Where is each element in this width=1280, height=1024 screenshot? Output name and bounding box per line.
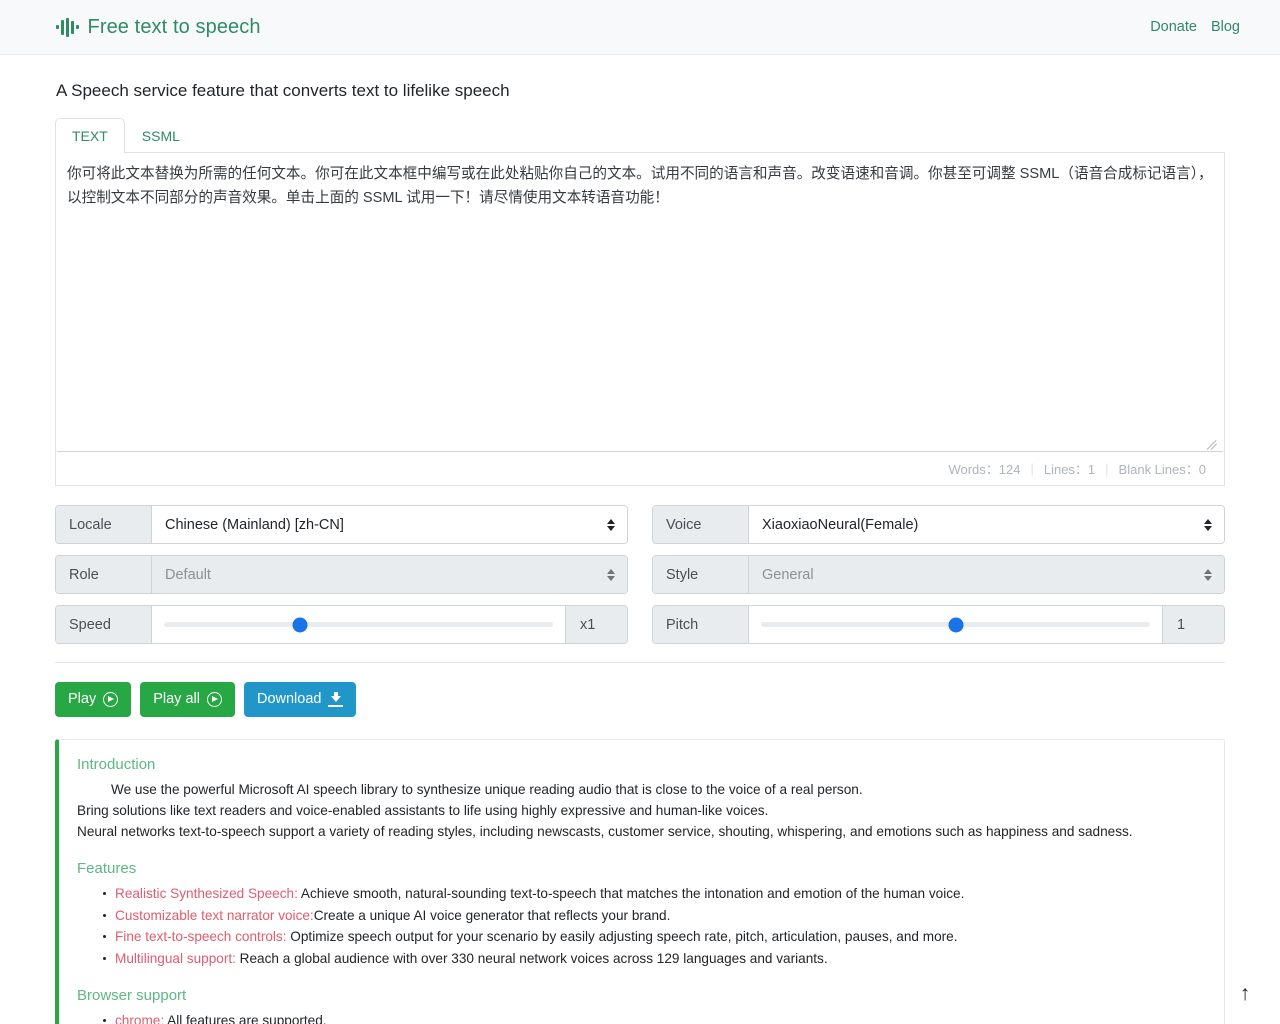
locale-select[interactable]: Chinese (Mainland) [zh-CN] bbox=[152, 506, 627, 543]
style-select[interactable]: General bbox=[749, 556, 1224, 593]
pitch-slider-thumb[interactable] bbox=[948, 617, 963, 632]
speed-value: x1 bbox=[565, 606, 627, 643]
tab-text[interactable]: TEXT bbox=[55, 118, 125, 153]
role-value: Default bbox=[165, 566, 211, 583]
feature-key: Fine text-to-speech controls: bbox=[115, 929, 287, 945]
locale-value: Chinese (Mainland) [zh-CN] bbox=[165, 516, 344, 533]
page-subtitle: A Speech service feature that converts t… bbox=[56, 81, 510, 100]
chevron-updown-icon bbox=[1204, 518, 1212, 531]
nav-link-donate[interactable]: Donate bbox=[1150, 19, 1197, 35]
style-group: Style General bbox=[652, 555, 1225, 594]
editor-divider bbox=[57, 439, 1223, 452]
play-circle-icon bbox=[206, 692, 222, 708]
play-all-button-label: Play all bbox=[153, 691, 200, 707]
editor-tabs: TEXT SSML bbox=[55, 113, 1225, 153]
feature-key: Customizable text narrator voice: bbox=[115, 907, 314, 923]
download-button[interactable]: Download bbox=[243, 682, 357, 718]
feature-key: Realistic Synthesized Speech: bbox=[115, 886, 298, 902]
top-navbar: Free text to speech Donate Blog bbox=[0, 0, 1280, 55]
brand-logo-link[interactable]: Free text to speech bbox=[56, 16, 261, 39]
role-select[interactable]: Default bbox=[152, 556, 627, 593]
play-button-label: Play bbox=[68, 691, 97, 707]
nav-links: Donate Blog bbox=[1150, 19, 1240, 35]
feature-text: Achieve smooth, natural-sounding text-to… bbox=[297, 886, 965, 902]
text-input-area[interactable] bbox=[56, 153, 1224, 451]
play-button[interactable]: Play bbox=[55, 682, 132, 718]
feature-text: Optimize speech output for your scenario… bbox=[286, 929, 958, 945]
chevron-updown-icon bbox=[1204, 568, 1212, 581]
voice-label: Voice bbox=[653, 506, 749, 543]
controls-column-right: Voice XiaoxiaoNeural(Female) Style Gener… bbox=[652, 505, 1225, 644]
speed-group: Speed x1 bbox=[55, 605, 628, 644]
feature-key: Multilingual support: bbox=[115, 950, 236, 966]
introduction-paragraph-3: Neural networks text-to-speech support a… bbox=[77, 824, 1133, 840]
browser-key: chrome: bbox=[115, 1013, 165, 1024]
list-item: Multilingual support: Reach a global aud… bbox=[103, 948, 1206, 970]
list-item: Realistic Synthesized Speech: Achieve sm… bbox=[103, 883, 1206, 905]
locale-group: Locale Chinese (Mainland) [zh-CN] bbox=[55, 505, 628, 544]
browser-support-list: chrome: All features are supported. fire… bbox=[77, 1010, 1206, 1024]
editor-status-bar: Words：124 | Lines：1 | Blank Lines：0 bbox=[56, 452, 1224, 485]
introduction-paragraph-1: We use the powerful Microsoft AI speech … bbox=[111, 782, 863, 798]
voice-value: XiaoxiaoNeural(Female) bbox=[762, 516, 919, 533]
editor-card: Words：124 | Lines：1 | Blank Lines：0 bbox=[55, 153, 1225, 486]
voice-group: Voice XiaoxiaoNeural(Female) bbox=[652, 505, 1225, 544]
arrow-up-icon: ↑ bbox=[1239, 981, 1251, 1005]
play-all-button[interactable]: Play all bbox=[140, 682, 235, 718]
info-panel: Introduction We use the powerful Microso… bbox=[55, 739, 1225, 1024]
role-label: Role bbox=[56, 556, 152, 593]
feature-text: Reach a global audience with over 330 ne… bbox=[235, 950, 828, 966]
audio-wave-icon bbox=[56, 16, 79, 38]
blank-line-count: Blank Lines：0 bbox=[1118, 462, 1206, 477]
play-circle-icon bbox=[103, 692, 119, 708]
download-icon bbox=[328, 692, 344, 708]
download-button-label: Download bbox=[256, 691, 322, 707]
chevron-updown-icon bbox=[607, 518, 615, 531]
introduction-paragraph-2: Bring solutions like text readers and vo… bbox=[77, 803, 769, 819]
feature-text: Create a unique AI voice generator that … bbox=[313, 907, 671, 923]
browser-text: All features are supported. bbox=[164, 1013, 327, 1024]
action-buttons: Play Play all Download bbox=[55, 682, 1225, 718]
pitch-value: 1 bbox=[1162, 606, 1224, 643]
main-container: A Speech service feature that converts t… bbox=[55, 81, 1225, 1024]
list-item: chrome: All features are supported. bbox=[103, 1010, 1206, 1024]
controls-column-left: Locale Chinese (Mainland) [zh-CN] Role D… bbox=[55, 505, 628, 644]
style-value: General bbox=[762, 566, 814, 583]
role-group: Role Default bbox=[55, 555, 628, 594]
tab-ssml[interactable]: SSML bbox=[125, 118, 197, 153]
speed-slider-track[interactable] bbox=[152, 606, 565, 643]
voice-select[interactable]: XiaoxiaoNeural(Female) bbox=[749, 506, 1224, 543]
style-label: Style bbox=[653, 556, 749, 593]
locale-label: Locale bbox=[56, 506, 152, 543]
brand-title: Free text to speech bbox=[87, 15, 261, 38]
browser-support-heading: Browser support bbox=[77, 987, 187, 1005]
section-divider bbox=[55, 662, 1225, 663]
list-item: Customizable text narrator voice:Create … bbox=[103, 905, 1206, 927]
controls-grid: Locale Chinese (Mainland) [zh-CN] Role D… bbox=[55, 505, 1225, 644]
pitch-label: Pitch bbox=[653, 606, 749, 643]
word-count: Words：124 bbox=[948, 462, 1021, 477]
speed-label: Speed bbox=[56, 606, 152, 643]
list-item: Fine text-to-speech controls: Optimize s… bbox=[103, 926, 1206, 948]
scroll-to-top-button[interactable]: ↑ bbox=[1232, 980, 1258, 1006]
chevron-updown-icon bbox=[607, 568, 615, 581]
introduction-heading: Introduction bbox=[77, 756, 156, 774]
features-heading: Features bbox=[77, 860, 137, 878]
pitch-slider-track[interactable] bbox=[749, 606, 1162, 643]
features-list: Realistic Synthesized Speech: Achieve sm… bbox=[77, 883, 1206, 969]
line-count: Lines：1 bbox=[1043, 462, 1096, 477]
speed-slider-thumb[interactable] bbox=[292, 617, 308, 632]
nav-link-blog[interactable]: Blog bbox=[1211, 19, 1240, 35]
pitch-group: Pitch 1 bbox=[652, 605, 1225, 644]
